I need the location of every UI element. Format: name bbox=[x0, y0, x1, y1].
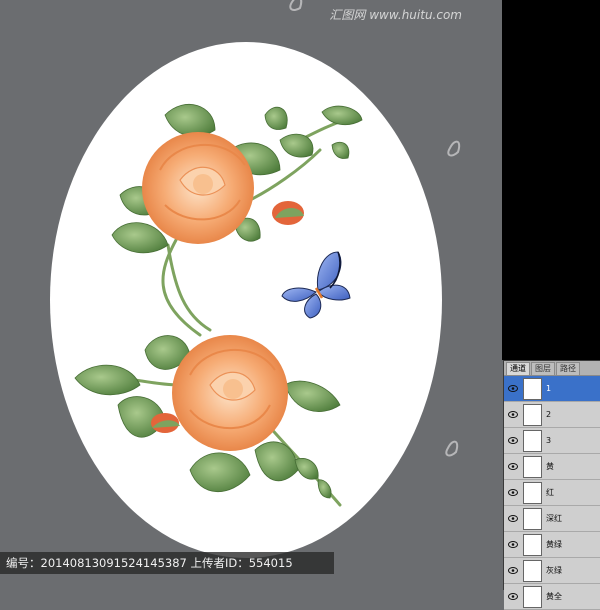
caption-text: 编号：20140813091524145387 上传者ID：554015 bbox=[6, 556, 293, 570]
channel-thumbnail bbox=[523, 429, 542, 452]
tab-channels[interactable]: 通道 bbox=[506, 362, 530, 375]
tab-layers[interactable]: 图层 bbox=[531, 362, 555, 375]
channel-thumbnail bbox=[523, 455, 542, 478]
channel-row[interactable]: 黄 bbox=[504, 454, 600, 480]
eye-icon[interactable] bbox=[506, 382, 520, 396]
channel-thumbnail bbox=[523, 507, 542, 530]
eye-icon[interactable] bbox=[506, 434, 520, 448]
eye-icon[interactable] bbox=[506, 408, 520, 422]
tab-paths[interactable]: 路径 bbox=[556, 362, 580, 375]
white-oval-frame bbox=[50, 42, 442, 558]
channel-label: 3 bbox=[546, 436, 552, 445]
site-watermark: 汇图网 www.huitu.com bbox=[329, 8, 462, 22]
channel-label: 黄绿 bbox=[546, 540, 562, 549]
artwork bbox=[50, 0, 461, 558]
panel-tabs: 通道 图层 路径 bbox=[504, 361, 600, 376]
channel-row[interactable]: 黄绿 bbox=[504, 532, 600, 558]
channel-list: 1 2 3 黄红深红黄绿灰绿黄全 bbox=[504, 376, 600, 610]
channel-thumbnail bbox=[523, 377, 542, 400]
eye-icon[interactable] bbox=[506, 512, 520, 526]
channel-thumbnail bbox=[523, 559, 542, 582]
eye-icon[interactable] bbox=[506, 460, 520, 474]
channel-label: 1 bbox=[546, 384, 552, 393]
eye-icon[interactable] bbox=[506, 538, 520, 552]
channel-row[interactable]: 黄全 bbox=[504, 584, 600, 610]
channel-thumbnail bbox=[523, 533, 542, 556]
channel-row[interactable]: 灰绿 bbox=[504, 558, 600, 584]
channels-panel[interactable]: 通道 图层 路径 1 2 3 黄红深红黄绿灰绿黄全 bbox=[503, 360, 600, 610]
dark-workspace-area bbox=[502, 0, 600, 360]
channel-row[interactable]: 2 bbox=[504, 402, 600, 428]
channel-row[interactable]: 1 bbox=[504, 376, 600, 402]
channel-label: 灰绿 bbox=[546, 566, 562, 575]
caption-bar: 编号：20140813091524145387 上传者ID：554015 bbox=[0, 552, 334, 574]
channel-label: 黄全 bbox=[546, 592, 562, 601]
lower-rose bbox=[172, 335, 288, 451]
channel-label: 黄 bbox=[546, 462, 554, 471]
upper-rose bbox=[142, 132, 254, 244]
channel-row[interactable]: 红 bbox=[504, 480, 600, 506]
channel-thumbnail bbox=[523, 403, 542, 426]
channel-thumbnail bbox=[523, 481, 542, 504]
eye-icon[interactable] bbox=[506, 590, 520, 604]
channel-label: 深红 bbox=[546, 514, 562, 523]
channel-row[interactable]: 3 bbox=[504, 428, 600, 454]
upper-bud bbox=[272, 201, 304, 225]
eye-icon[interactable] bbox=[506, 564, 520, 578]
channel-label: 红 bbox=[546, 488, 554, 497]
document-canvas[interactable]: 汇图网 www.huitu.com 编号：2014081309152414538… bbox=[0, 0, 502, 589]
eye-icon[interactable] bbox=[506, 486, 520, 500]
channel-label: 2 bbox=[546, 410, 552, 419]
channel-row[interactable]: 深红 bbox=[504, 506, 600, 532]
